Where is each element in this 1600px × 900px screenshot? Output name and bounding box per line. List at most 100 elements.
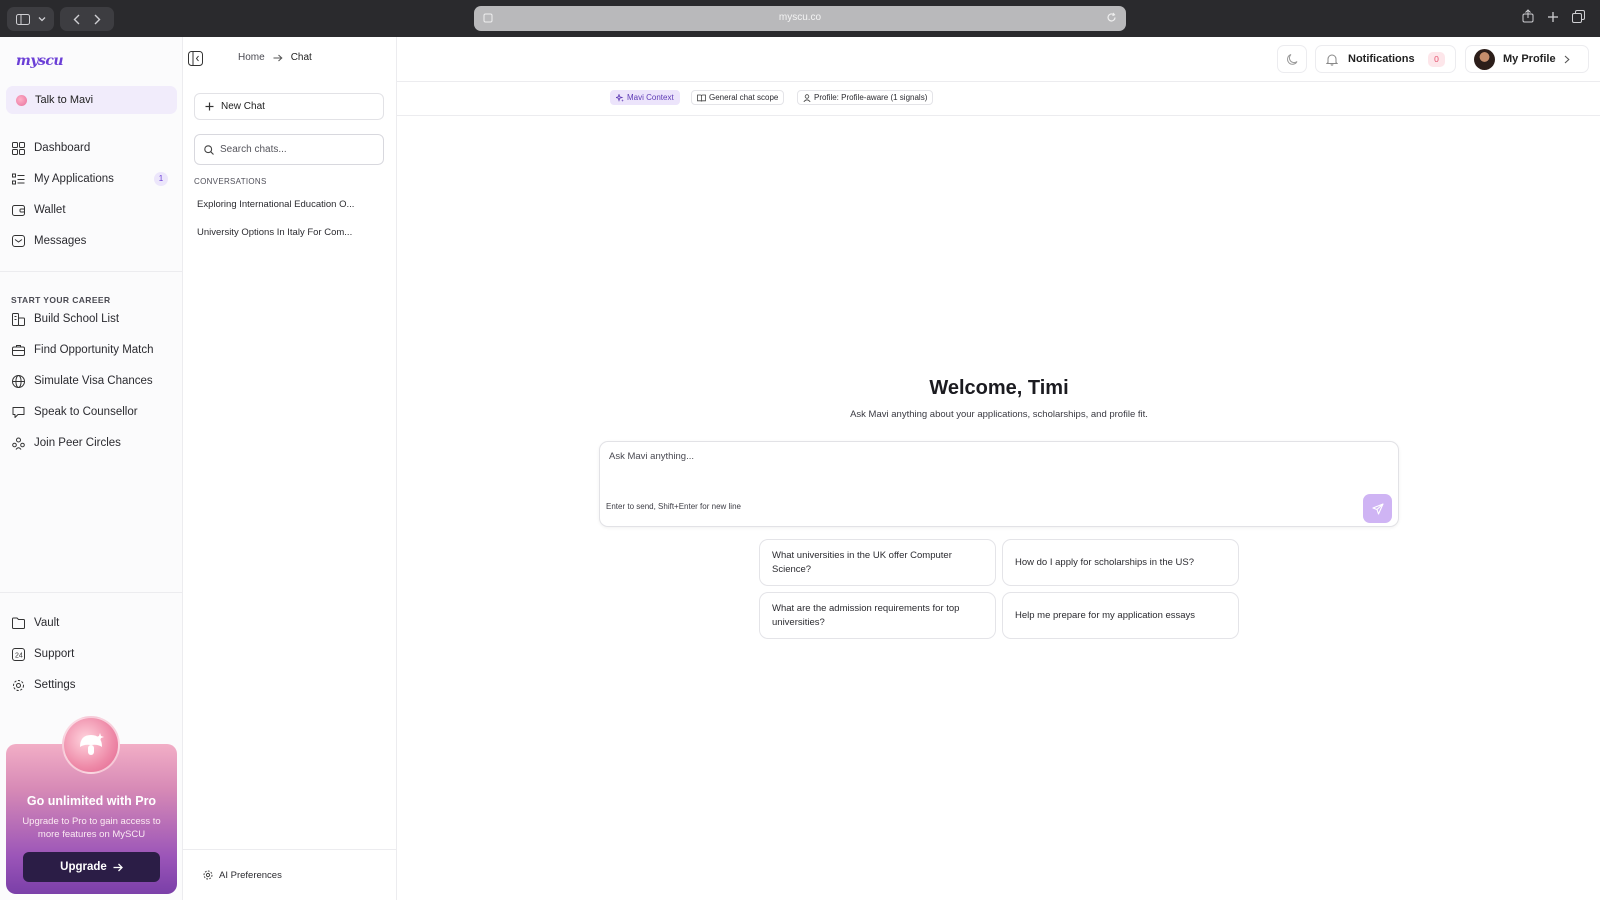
- address-bar[interactable]: myscu.co: [474, 6, 1126, 31]
- mavi-icon: [16, 94, 27, 106]
- main-sidebar: myscu Talk to Mavi Dashboard My Applicat…: [0, 37, 183, 900]
- gear-icon: [13, 679, 24, 691]
- reload-icon[interactable]: [1106, 12, 1117, 23]
- new-tab-icon[interactable]: [1547, 11, 1559, 23]
- collapse-panel-icon[interactable]: [188, 51, 203, 66]
- tabs-overview-icon[interactable]: [1572, 10, 1585, 23]
- sidebar-item-support[interactable]: 24 Support: [12, 642, 172, 666]
- sidebar-item-label: Settings: [34, 679, 76, 691]
- sidebar-divider: [0, 592, 183, 593]
- moon-icon: [1286, 53, 1297, 65]
- bell-icon: [1326, 54, 1338, 66]
- book-icon: [697, 94, 706, 102]
- suggestion-card[interactable]: Help me prepare for my application essay…: [1002, 592, 1239, 639]
- welcome-subtitle: Ask Mavi anything about your application…: [850, 409, 1148, 420]
- chat-bubble-icon: [12, 406, 25, 418]
- context-chips-bar: Mavi Context General chat scope Profile:…: [397, 82, 1600, 116]
- ai-preferences-label: AI Preferences: [219, 869, 282, 881]
- suggestion-card[interactable]: How do I apply for scholarships in the U…: [1002, 539, 1239, 586]
- send-button[interactable]: [1363, 494, 1392, 523]
- message-input[interactable]: [609, 451, 1369, 487]
- input-hint: Enter to send, Shift+Enter for new line: [606, 502, 741, 511]
- sparkle-icon: [616, 93, 624, 102]
- mavi-context-chip[interactable]: Mavi Context: [610, 90, 680, 105]
- search-chats-input[interactable]: [220, 144, 380, 155]
- talk-to-mavi-button[interactable]: Talk to Mavi: [6, 86, 177, 114]
- upgrade-button-label: Upgrade: [60, 861, 107, 873]
- chip-label: Mavi Context: [627, 93, 674, 102]
- sidebar-item-label: Build School List: [34, 313, 120, 325]
- share-icon[interactable]: [1522, 9, 1534, 23]
- ai-preferences-button[interactable]: AI Preferences: [183, 849, 397, 900]
- forward-icon[interactable]: [94, 14, 101, 25]
- sidebar-item-my-applications[interactable]: My Applications 1: [12, 167, 172, 191]
- sidebar-item-label: Simulate Visa Chances: [34, 375, 153, 387]
- sidebar-item-vault[interactable]: Vault: [12, 611, 172, 635]
- back-icon[interactable]: [73, 14, 80, 25]
- sidebar-item-label: Speak to Counsellor: [34, 406, 138, 418]
- sidebar-item-label: My Applications: [34, 173, 114, 185]
- sidebar-item-speak-to-counsellor[interactable]: Speak to Counsellor: [12, 400, 172, 424]
- suggestion-card[interactable]: What universities in the UK offer Comput…: [759, 539, 996, 586]
- folder-icon: [12, 617, 25, 629]
- chevron-down-icon: [38, 17, 45, 22]
- sidebar-item-settings[interactable]: Settings: [12, 673, 172, 697]
- conversations-heading: CONVERSATIONS: [194, 177, 267, 186]
- search-icon: [204, 144, 214, 155]
- send-icon: [1371, 502, 1384, 515]
- school-list-icon: [12, 312, 25, 326]
- sidebar-item-simulate-visa-chances[interactable]: Simulate Visa Chances: [12, 369, 172, 393]
- chevron-right-icon: [1564, 55, 1570, 63]
- briefcase-icon: [12, 345, 25, 356]
- sidebar-item-label: Dashboard: [34, 142, 91, 154]
- welcome-title: Welcome, Timi: [929, 377, 1069, 399]
- gear-icon: [203, 870, 213, 880]
- suggestion-card[interactable]: What are the admission requirements for …: [759, 592, 996, 639]
- arrow-right-icon: [273, 54, 283, 61]
- globe-icon: [12, 374, 25, 388]
- arrow-right-icon: [113, 863, 123, 871]
- upgrade-button[interactable]: Upgrade: [23, 852, 160, 882]
- career-section-title: START YOUR CAREER: [11, 295, 111, 305]
- sidebar-item-dashboard[interactable]: Dashboard: [12, 136, 172, 160]
- sidebar-item-messages[interactable]: Messages: [12, 229, 172, 253]
- breadcrumb-home[interactable]: Home: [238, 52, 265, 63]
- chat-scope-chip[interactable]: General chat scope: [691, 90, 785, 105]
- sidebar-item-build-school-list[interactable]: Build School List: [12, 307, 172, 331]
- my-profile-button[interactable]: My Profile: [1465, 45, 1589, 73]
- url-text: myscu.co: [778, 12, 822, 23]
- notifications-label: Notifications: [1348, 53, 1415, 65]
- app-logo[interactable]: myscu: [16, 53, 64, 69]
- search-chats: [194, 134, 384, 165]
- conversation-item[interactable]: Exploring International Education O...: [197, 199, 367, 210]
- sidebar-icon: [15, 13, 30, 25]
- grid-icon: [12, 141, 25, 155]
- chip-label: General chat scope: [709, 93, 779, 102]
- browser-toolbar: myscu.co: [0, 0, 1600, 37]
- notifications-button[interactable]: Notifications 0: [1315, 45, 1456, 73]
- chip-label: Profile: Profile-aware (1 signals): [814, 93, 928, 102]
- sidebar-item-label: Vault: [34, 617, 60, 629]
- sidebar-item-label: Wallet: [34, 204, 66, 216]
- avatar: [1474, 48, 1495, 70]
- sidebar-item-label: Join Peer Circles: [34, 437, 121, 449]
- sidebar-item-join-peer-circles[interactable]: Join Peer Circles: [12, 431, 172, 455]
- user-icon: [803, 93, 811, 102]
- sidebar-item-label: Messages: [34, 235, 87, 247]
- breadcrumb-current: Chat: [290, 52, 312, 63]
- theme-toggle-button[interactable]: [1277, 45, 1307, 73]
- chat-list-panel: New Chat CONVERSATIONS Exploring Interna…: [183, 37, 397, 900]
- applications-count-badge: 1: [154, 172, 168, 186]
- svg-text:24: 24: [15, 652, 23, 659]
- sidebar-toggle-button[interactable]: [7, 7, 54, 31]
- conversation-item[interactable]: University Options In Italy For Com...: [197, 227, 367, 238]
- profile-awareness-chip[interactable]: Profile: Profile-aware (1 signals): [797, 90, 934, 105]
- sidebar-item-wallet[interactable]: Wallet: [12, 198, 172, 222]
- wallet-icon: [12, 205, 25, 216]
- plus-icon: [205, 102, 214, 111]
- list-icon: [12, 173, 25, 184]
- mavi-mascot-icon: [62, 716, 120, 774]
- sidebar-divider: [0, 271, 183, 272]
- new-chat-button[interactable]: New Chat: [194, 93, 384, 120]
- sidebar-item-find-opportunity-match[interactable]: Find Opportunity Match: [12, 338, 172, 362]
